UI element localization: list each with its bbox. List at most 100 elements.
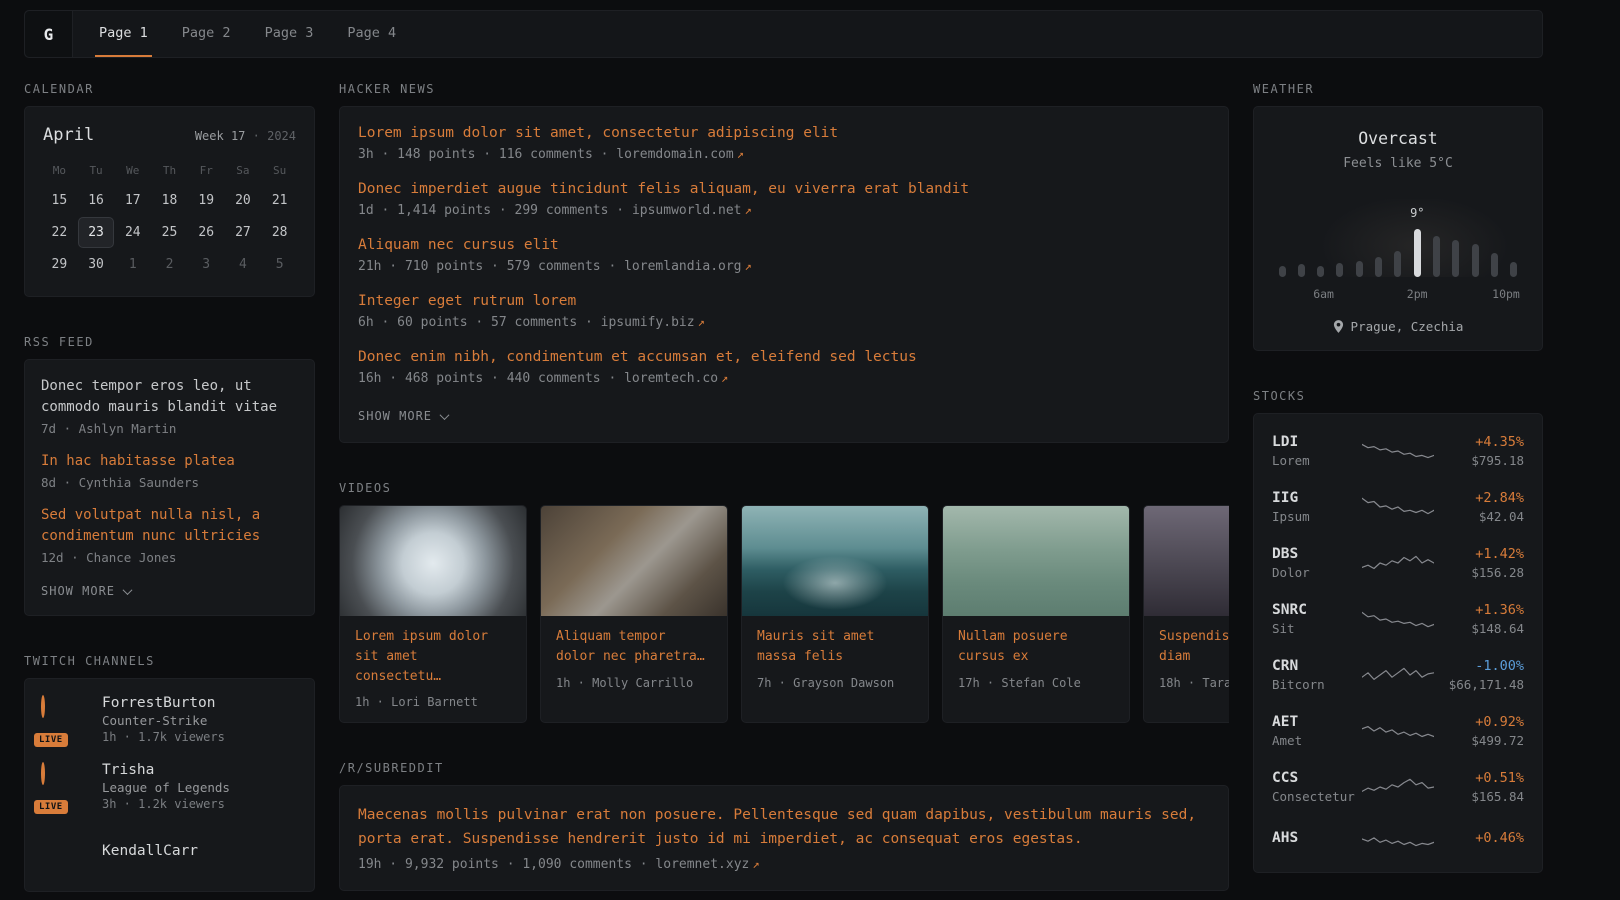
reddit-post-domain-link[interactable]: loremnet.xyz↗ bbox=[655, 857, 759, 872]
hn-item-title[interactable]: Integer eget rutrum lorem bbox=[358, 293, 1210, 309]
show-more-button[interactable]: SHOW MORE bbox=[41, 584, 131, 598]
weather-bar bbox=[1472, 244, 1479, 277]
hn-item-domain-link[interactable]: loremdomain.com↗ bbox=[616, 147, 744, 162]
hn-item-meta-text: 3h · 148 points · 116 comments · bbox=[358, 147, 616, 162]
weather-bar-column bbox=[1355, 261, 1363, 277]
weather-bar bbox=[1394, 251, 1401, 277]
reddit-post-title[interactable]: Maecenas mollis pulvinar erat non posuer… bbox=[358, 804, 1210, 850]
weather-bar-column bbox=[1375, 257, 1383, 277]
stock-change: +0.51% bbox=[1434, 770, 1524, 786]
calendar-week-label: Week 172024 bbox=[195, 129, 296, 143]
hn-item-title[interactable]: Donec enim nibh, condimentum et accumsan… bbox=[358, 349, 1210, 365]
twitch-channel-row[interactable]: LIVE KendallCarr bbox=[41, 829, 298, 875]
weather-widget: WEATHER Overcast Feels like 5°C 9° 6am 2… bbox=[1253, 82, 1543, 351]
rss-item-title[interactable]: Sed volutpat nulla nisl, a condimentum n… bbox=[41, 505, 298, 547]
stock-row[interactable]: CCSConsectetur +0.51%$165.84 bbox=[1272, 759, 1524, 815]
stock-row[interactable]: LDILorem +4.35%$795.18 bbox=[1272, 423, 1524, 479]
weather-condition: Overcast bbox=[1270, 129, 1526, 148]
video-card[interactable]: Nullam posuere cursus ex 17h · Stefan Co… bbox=[942, 505, 1130, 723]
calendar-day: 2 bbox=[151, 249, 188, 280]
section-header-twitch: TWITCH CHANNELS bbox=[24, 654, 315, 668]
stock-change: +2.84% bbox=[1434, 490, 1524, 506]
twitch-channel-row[interactable]: LIVE ForrestBurton Counter-Strike 1h · 1… bbox=[41, 695, 298, 744]
calendar-day: 26 bbox=[188, 217, 225, 248]
weather-bar-column bbox=[1433, 236, 1441, 277]
twitch-channel-row[interactable]: LIVE Trisha League of Legends 3h · 1.2k … bbox=[41, 762, 298, 811]
calendar-day: 19 bbox=[188, 185, 225, 216]
channel-game: Counter-Strike bbox=[102, 713, 225, 728]
stock-symbol: CRN bbox=[1272, 658, 1362, 674]
video-thumbnail bbox=[340, 506, 526, 616]
hn-item-domain-link[interactable]: loremlandia.org↗ bbox=[624, 259, 752, 274]
stock-sparkline bbox=[1362, 662, 1434, 688]
video-body: Lorem ipsum dolor sit amet consectetu… 1… bbox=[340, 616, 526, 722]
channel-info: ForrestBurton Counter-Strike 1h · 1.7k v… bbox=[102, 695, 225, 744]
tab-page-3[interactable]: Page 3 bbox=[261, 11, 318, 57]
video-card[interactable]: Suspendisse diam 18h · Tara bbox=[1143, 505, 1229, 723]
tab-page-4[interactable]: Page 4 bbox=[343, 11, 400, 57]
stock-symbol: DBS bbox=[1272, 546, 1362, 562]
calendar-day: 3 bbox=[188, 249, 225, 280]
hn-item-title[interactable]: Aliquam nec cursus elit bbox=[358, 237, 1210, 253]
tab-page-2[interactable]: Page 2 bbox=[178, 11, 235, 57]
video-card[interactable]: Lorem ipsum dolor sit amet consectetu… 1… bbox=[339, 505, 527, 723]
weather-bar bbox=[1356, 261, 1363, 277]
stock-symbol: AHS bbox=[1272, 830, 1362, 846]
weather-bar bbox=[1298, 264, 1305, 277]
stock-symbol: CCS bbox=[1272, 770, 1362, 786]
hn-item-domain-link[interactable]: loremtech.co↗ bbox=[624, 371, 728, 386]
stock-change: +4.35% bbox=[1434, 434, 1524, 450]
weather-bar-column bbox=[1394, 251, 1402, 277]
right-column: WEATHER Overcast Feels like 5°C 9° 6am 2… bbox=[1253, 82, 1543, 900]
stock-row[interactable]: IIGIpsum +2.84%$42.04 bbox=[1272, 479, 1524, 535]
tab-page-1[interactable]: Page 1 bbox=[95, 11, 152, 57]
stock-sparkline bbox=[1362, 774, 1434, 800]
rss-item-title[interactable]: In hac habitasse platea bbox=[41, 451, 298, 472]
video-thumbnail bbox=[742, 506, 928, 616]
location-pin-icon bbox=[1333, 320, 1344, 333]
channel-info: Trisha League of Legends 3h · 1.2k viewe… bbox=[102, 762, 230, 811]
stock-values: +2.84%$42.04 bbox=[1434, 490, 1524, 524]
stock-price: $148.64 bbox=[1434, 621, 1524, 636]
stock-row[interactable]: AETAmet +0.92%$499.72 bbox=[1272, 703, 1524, 759]
weather-card: Overcast Feels like 5°C 9° 6am 2pm 10pm … bbox=[1253, 106, 1543, 351]
stock-id: SNRCSit bbox=[1272, 602, 1362, 636]
video-thumbnail bbox=[1144, 506, 1229, 616]
section-header-hackernews: HACKER NEWS bbox=[339, 82, 1229, 96]
stock-sparkline bbox=[1362, 550, 1434, 576]
calendar-dow: Mo bbox=[41, 157, 78, 184]
rss-item-title[interactable]: Donec tempor eros leo, ut commodo mauris… bbox=[41, 376, 298, 418]
channel-name: Trisha bbox=[102, 762, 230, 778]
hn-item-domain-link[interactable]: ipsumworld.net↗ bbox=[632, 203, 752, 218]
stock-row[interactable]: CRNBitcorn -1.00%$66,171.48 bbox=[1272, 647, 1524, 703]
stock-price: $499.72 bbox=[1434, 733, 1524, 748]
hn-item-domain-link[interactable]: ipsumify.biz↗ bbox=[601, 315, 705, 330]
dashboard-columns: CALENDAR April Week 172024 Mo Tu We Th F… bbox=[24, 82, 1543, 900]
hn-item-title[interactable]: Lorem ipsum dolor sit amet, consectetur … bbox=[358, 125, 1210, 141]
channel-avatar-image bbox=[41, 762, 45, 785]
stocks-card: LDILorem +4.35%$795.18 IIGIpsum +2.84%$4… bbox=[1253, 413, 1543, 873]
video-card[interactable]: Aliquam tempor dolor nec pharetra… 1h · … bbox=[540, 505, 728, 723]
hn-item-title[interactable]: Donec imperdiet augue tincidunt felis al… bbox=[358, 181, 1210, 197]
stock-id: CCSConsectetur bbox=[1272, 770, 1362, 804]
stock-change: +1.42% bbox=[1434, 546, 1524, 562]
video-meta: 7h · Grayson Dawson bbox=[757, 676, 913, 690]
stock-values: +1.42%$156.28 bbox=[1434, 546, 1524, 580]
show-more-label: SHOW MORE bbox=[358, 409, 432, 423]
calendar-day: 20 bbox=[225, 185, 262, 216]
stock-row[interactable]: SNRCSit +1.36%$148.64 bbox=[1272, 591, 1524, 647]
show-more-button[interactable]: SHOW MORE bbox=[358, 409, 448, 423]
calendar-day: 30 bbox=[78, 249, 115, 280]
calendar-day: 24 bbox=[114, 217, 151, 248]
video-card[interactable]: Mauris sit amet massa felis 7h · Grayson… bbox=[741, 505, 929, 723]
rss-item-meta: 7d · Ashlyn Martin bbox=[41, 421, 298, 436]
calendar-dow: Th bbox=[151, 157, 188, 184]
calendar-year: 2024 bbox=[245, 129, 296, 143]
stock-row[interactable]: DBSDolor +1.42%$156.28 bbox=[1272, 535, 1524, 591]
stock-row[interactable]: AHS +0.46% bbox=[1272, 815, 1524, 863]
stock-change: -1.00% bbox=[1434, 658, 1524, 674]
stock-values: +0.46% bbox=[1434, 830, 1524, 849]
channel-name: KendallCarr bbox=[102, 843, 198, 859]
calendar-day: 16 bbox=[78, 185, 115, 216]
calendar-day: 23 bbox=[78, 217, 115, 248]
